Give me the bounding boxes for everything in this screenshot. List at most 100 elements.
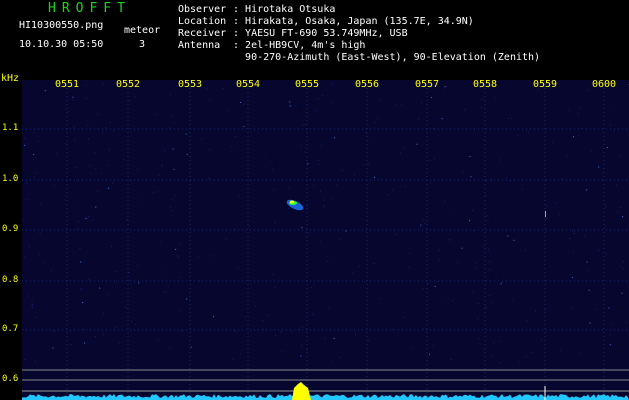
noise-speck: [487, 220, 489, 222]
noise-speck: [431, 97, 433, 99]
noise-speck: [462, 171, 463, 173]
noise-speck: [580, 352, 582, 354]
noise-speck: [84, 342, 86, 344]
noise-speck: [526, 320, 528, 322]
noise-speck: [138, 282, 140, 284]
noise-speck: [308, 232, 310, 234]
noise-speck: [173, 122, 175, 124]
y-tick-label: 1.0: [2, 174, 19, 184]
noise-speck: [289, 105, 291, 107]
x-tick-label: 0559: [533, 79, 558, 90]
noise-speck: [590, 150, 592, 152]
noise-speck: [85, 84, 87, 86]
noise-speck: [31, 305, 33, 307]
noise-speck: [485, 306, 487, 308]
noise-speck: [70, 344, 72, 345]
noise-speck: [298, 328, 300, 330]
noise-speck: [280, 331, 282, 333]
noise-speck: [322, 205, 324, 207]
antenna-value-2: 90-270-Azimuth (East-West), 90-Elevation…: [245, 52, 541, 63]
noise-speck: [319, 190, 321, 192]
noise-speck: [39, 233, 41, 234]
noise-speck: [99, 287, 101, 289]
noise-speck: [420, 224, 422, 226]
noise-speck: [111, 245, 112, 247]
noise-speck: [621, 292, 623, 294]
noise-speck: [526, 128, 528, 130]
noise-speck: [155, 113, 157, 115]
noise-speck: [63, 199, 65, 201]
x-tick-label: 0551: [55, 79, 80, 90]
noise-speck: [362, 164, 364, 166]
x-tick-label: 0554: [236, 79, 261, 90]
noise-speck: [481, 99, 483, 100]
noise-speck: [190, 346, 192, 348]
noise-speck: [125, 306, 127, 308]
noise-speck: [392, 328, 394, 330]
noise-speck: [339, 238, 341, 240]
noise-speck: [157, 191, 159, 193]
noise-speck: [489, 295, 491, 297]
noise-speck: [321, 94, 323, 96]
noise-speck: [181, 330, 183, 332]
noise-speck: [351, 272, 353, 274]
receiver-row: Receiver: YAESU FT-690 53.749MHz, USB: [178, 28, 408, 39]
noise-speck: [240, 102, 242, 103]
noise-speck: [169, 127, 171, 129]
spectrogram: [22, 80, 629, 400]
antenna-row: Antenna: 2el-HB9CV, 4m's high: [178, 40, 366, 51]
noise-speck: [473, 129, 475, 131]
noise-speck: [493, 342, 495, 343]
noise-speck: [444, 86, 446, 88]
noise-speck: [452, 300, 454, 301]
noise-speck: [103, 83, 105, 85]
noise-speck: [272, 169, 274, 170]
noise-speck: [623, 267, 625, 269]
noise-speck: [472, 210, 474, 211]
noise-speck: [447, 239, 449, 241]
noise-speck: [87, 125, 89, 126]
noise-speck: [231, 146, 233, 147]
noise-speck: [510, 117, 512, 119]
noise-speck: [52, 347, 54, 349]
noise-speck: [243, 104, 245, 106]
noise-speck: [560, 350, 562, 352]
noise-speck: [302, 124, 304, 126]
noise-speck: [24, 256, 26, 258]
noise-speck: [44, 90, 46, 92]
noise-speck: [107, 187, 109, 189]
noise-speck: [326, 260, 328, 262]
noise-speck: [307, 163, 309, 165]
noise-speck: [237, 267, 239, 269]
noise-speck: [189, 180, 191, 182]
noise-speck: [228, 109, 230, 111]
noise-speck: [495, 97, 497, 99]
noise-speck: [339, 357, 341, 359]
noise-speck: [477, 303, 479, 304]
noise-speck: [169, 348, 171, 350]
noise-speck: [137, 264, 138, 266]
noise-speck: [532, 351, 534, 353]
noise-speck: [478, 338, 480, 340]
noise-speck: [598, 249, 599, 251]
noise-speck: [164, 150, 166, 152]
noise-speck: [38, 253, 40, 255]
noise-speck: [69, 330, 71, 332]
noise-speck: [609, 334, 611, 336]
noise-speck: [328, 307, 330, 309]
noise-speck: [373, 262, 375, 264]
noise-speck: [541, 339, 542, 341]
noise-speck: [524, 249, 526, 251]
noise-speck: [587, 269, 589, 271]
antenna-row-2: 90-270-Azimuth (East-West), 90-Elevation…: [178, 52, 540, 63]
noise-speck: [617, 211, 619, 213]
noise-speck: [342, 169, 344, 171]
noise-speck: [306, 350, 308, 352]
noise-speck: [320, 145, 322, 147]
noise-speck: [479, 343, 481, 345]
noise-speck: [492, 355, 494, 357]
location-row: Location: Hirakata, Osaka, Japan (135.7E…: [178, 16, 474, 27]
noise-speck: [605, 253, 607, 255]
noise-speck: [27, 295, 29, 297]
noise-speck: [80, 261, 82, 263]
